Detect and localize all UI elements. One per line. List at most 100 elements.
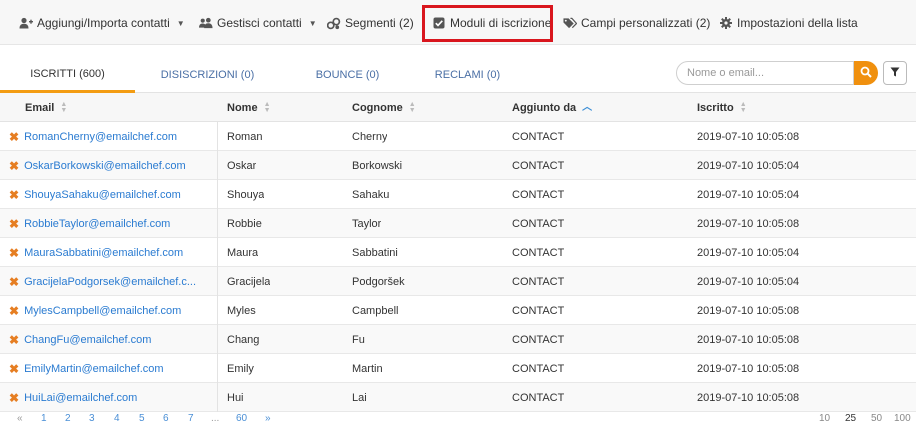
column-cognome[interactable]: Cognome ▲ ▼ (352, 93, 416, 122)
table-row: ✖ ShouyaSahaku@emailchef.com Shouya Sahak… (0, 180, 916, 209)
tags-icon (563, 16, 577, 30)
unsubscribe-x-icon[interactable]: ✖ (9, 188, 19, 202)
email-cell: ✖ EmilyMartin@emailchef.com (0, 354, 218, 383)
unsubscribe-x-icon[interactable]: ✖ (9, 159, 19, 173)
email-link[interactable]: MauraSabbatini@emailchef.com (24, 247, 183, 259)
filter-button[interactable] (883, 61, 907, 85)
aggiunto-da-cell: CONTACT (512, 362, 565, 375)
page-3[interactable]: 3 (89, 413, 95, 424)
aggiunto-da-cell: CONTACT (512, 333, 565, 346)
unsubscribe-x-icon[interactable]: ✖ (9, 275, 19, 289)
users-icon (199, 16, 213, 30)
column-email-label: Email (25, 101, 55, 114)
page-6[interactable]: 6 (163, 413, 169, 424)
page-next[interactable]: » (265, 413, 271, 424)
column-aggiunto-da-label: Aggiunto da (512, 101, 577, 114)
email-link[interactable]: ShouyaSahaku@emailchef.com (24, 189, 181, 201)
column-cognome-label: Cognome (352, 101, 403, 114)
gear-icon (719, 16, 733, 30)
add-import-contacts-menu[interactable]: Aggiungi/Importa contatti ▼ (19, 15, 185, 31)
aggiunto-da-cell: CONTACT (512, 130, 565, 143)
column-nome[interactable]: Nome ▲ ▼ (227, 93, 271, 122)
email-link[interactable]: GracijelaPodgorsek@emailchef.c... (24, 276, 196, 288)
tab-iscritti[interactable]: ISCRITTI (600) (0, 58, 135, 93)
page-prev[interactable]: « (17, 413, 23, 424)
per-page-10[interactable]: 10 (819, 413, 830, 424)
manage-contacts-menu[interactable]: Gestisci contatti ▼ (199, 15, 317, 31)
email-cell: ✖ MauraSabbatini@emailchef.com (0, 238, 218, 267)
add-import-contacts-label: Aggiungi/Importa contatti (37, 16, 170, 30)
cognome-cell: Borkowski (352, 159, 403, 172)
pagination: « 1 2 3 4 5 6 7 ... 60 » 10 25 50 100 (0, 413, 916, 429)
email-link[interactable]: RomanCherny@emailchef.com (24, 131, 177, 143)
cognome-cell: Martin (352, 362, 383, 375)
email-link[interactable]: ChangFu@emailchef.com (24, 334, 151, 346)
email-cell: ✖ HuiLai@emailchef.com (0, 383, 218, 412)
nome-cell: Oskar (227, 159, 257, 172)
tab-bounce[interactable]: BOUNCE (0) (280, 58, 415, 92)
unsubscribe-x-icon[interactable]: ✖ (9, 217, 19, 231)
search-input[interactable] (676, 61, 854, 85)
unsubscribe-x-icon[interactable]: ✖ (9, 391, 19, 405)
unsubscribe-x-icon[interactable]: ✖ (9, 246, 19, 260)
highlight-box (422, 5, 553, 42)
unsubscribe-x-icon[interactable]: ✖ (9, 304, 19, 318)
table-row: ✖ OskarBorkowski@emailchef.com Oskar Bork… (0, 151, 916, 180)
iscritto-cell: 2019-07-10 10:05:08 (697, 362, 800, 375)
page-1[interactable]: 1 (41, 413, 47, 424)
search-button[interactable] (854, 61, 878, 85)
nome-cell: Roman (227, 130, 263, 143)
email-link[interactable]: RobbieTaylor@emailchef.com (24, 218, 170, 230)
column-aggiunto-da[interactable]: Aggiunto da ︿ (512, 93, 592, 122)
subscriber-tabs: ISCRITTI (600) DISISCRIZIONI (0) BOUNCE … (0, 58, 916, 93)
cognome-cell: Taylor (352, 217, 382, 230)
sort-icon: ▲ ▼ (60, 100, 68, 114)
cognome-cell: Fu (352, 333, 365, 346)
unsubscribe-x-icon[interactable]: ✖ (9, 333, 19, 347)
page-last[interactable]: 60 (236, 413, 247, 424)
nome-cell: Robbie (227, 217, 262, 230)
iscritto-cell: 2019-07-10 10:05:04 (697, 188, 800, 201)
iscritto-cell: 2019-07-10 10:05:04 (697, 275, 800, 288)
column-iscritto-label: Iscritto (697, 101, 734, 114)
unsubscribe-x-icon[interactable]: ✖ (9, 130, 19, 144)
page-2[interactable]: 2 (65, 413, 71, 424)
page-4[interactable]: 4 (114, 413, 120, 424)
page-7[interactable]: 7 (188, 413, 194, 424)
iscritto-cell: 2019-07-10 10:05:08 (697, 391, 800, 404)
nome-cell: Myles (227, 304, 256, 317)
custom-fields-button[interactable]: Campi personalizzati (2) (563, 15, 710, 31)
page-ellipsis: ... (211, 413, 220, 424)
list-settings-button[interactable]: Impostazioni della lista (719, 15, 858, 31)
per-page-100[interactable]: 100 (894, 413, 911, 424)
aggiunto-da-cell: CONTACT (512, 275, 565, 288)
cognome-cell: Podgoršek (352, 275, 405, 288)
email-link[interactable]: OskarBorkowski@emailchef.com (24, 160, 186, 172)
column-iscritto[interactable]: Iscritto ▲ ▼ (697, 93, 747, 122)
table-header: Email ▲ ▼ Nome ▲ ▼ Cognome ▲ ▼ Aggiunto da … (0, 93, 916, 122)
tab-reclami[interactable]: RECLAMI (0) (415, 58, 520, 92)
cognome-cell: Sabbatini (352, 246, 398, 259)
aggiunto-da-cell: CONTACT (512, 391, 565, 404)
per-page-50[interactable]: 50 (871, 413, 882, 424)
unsubscribe-x-icon[interactable]: ✖ (9, 362, 19, 376)
table-row: ✖ EmilyMartin@emailchef.com Emily Martin … (0, 354, 916, 383)
aggiunto-da-cell: CONTACT (512, 188, 565, 201)
nome-cell: Shouya (227, 188, 265, 201)
email-link[interactable]: EmilyMartin@emailchef.com (24, 363, 164, 375)
filter-icon (890, 66, 900, 80)
per-page-25[interactable]: 25 (845, 413, 856, 424)
column-nome-label: Nome (227, 101, 258, 114)
tab-disiscrizioni-label: DISISCRIZIONI (0) (160, 69, 255, 81)
page-5[interactable]: 5 (139, 413, 145, 424)
table-body: ✖ RomanCherny@emailchef.com Roman Cherny … (0, 122, 916, 412)
list-settings-label: Impostazioni della lista (737, 16, 858, 30)
tab-disiscrizioni[interactable]: DISISCRIZIONI (0) (135, 58, 280, 92)
search-icon (860, 66, 872, 81)
column-email[interactable]: Email ▲ ▼ (25, 93, 67, 122)
nome-cell: Gracijela (227, 275, 271, 288)
email-link[interactable]: HuiLai@emailchef.com (24, 392, 137, 404)
cognome-cell: Cherny (352, 130, 388, 143)
email-link[interactable]: MylesCampbell@emailchef.com (24, 305, 181, 317)
segments-button[interactable]: Segmenti (2) (327, 15, 414, 31)
